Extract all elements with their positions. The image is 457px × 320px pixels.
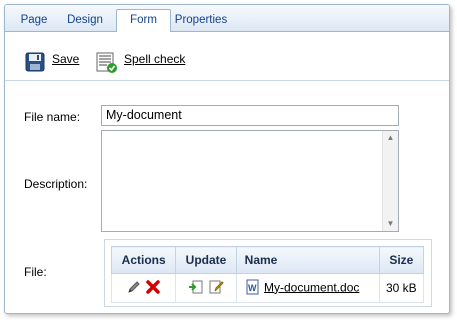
tab-form[interactable]: Form (116, 9, 171, 33)
file-table: Actions Update Name Size W My-document.d… (110, 246, 425, 303)
spell-check-button[interactable]: Spell check (124, 52, 185, 66)
save-icon[interactable] (25, 52, 45, 72)
toolbar: Save Spell check (5, 32, 449, 81)
tab-page[interactable]: Page (17, 11, 51, 31)
update-header: Update (175, 246, 237, 274)
edit-pencil-icon[interactable] (126, 279, 142, 298)
file-name-input[interactable]: My-document (101, 105, 399, 126)
word-document-icon: W (245, 279, 261, 298)
edit-file-icon[interactable] (208, 279, 224, 298)
file-label: File: (24, 265, 47, 279)
tab-properties[interactable]: Properties (173, 11, 229, 31)
file-name-label: File name: (24, 110, 81, 124)
file-link[interactable]: My-document.doc (264, 280, 359, 294)
scroll-up-arrow-icon[interactable]: ▲ (383, 131, 398, 145)
delete-icon[interactable] (145, 279, 161, 298)
upload-file-icon[interactable] (188, 279, 204, 298)
spell-check-icon[interactable] (96, 52, 117, 73)
name-cell: W My-document.doc (235, 273, 380, 303)
description-scrollbar[interactable]: ▲ ▼ (382, 131, 398, 231)
tab-bar: Page Design Form Properties (5, 5, 449, 33)
file-box: Actions Update Name Size W My-document.d… (104, 239, 432, 307)
save-button[interactable]: Save (52, 52, 79, 66)
form-window: Page Design Form Properties Save Spell c… (4, 4, 450, 314)
size-cell: 30 kB (378, 273, 425, 303)
description-label: Description: (24, 177, 88, 191)
size-header: Size (378, 246, 425, 274)
file-table-header: Actions Update Name Size (110, 246, 425, 274)
svg-text:W: W (248, 283, 257, 293)
update-cell (175, 273, 237, 303)
actions-cell (110, 273, 177, 303)
description-value (102, 131, 398, 137)
tab-design[interactable]: Design (63, 11, 107, 31)
table-row: W My-document.doc 30 kB (110, 273, 425, 303)
scroll-down-arrow-icon[interactable]: ▼ (383, 217, 398, 231)
actions-header: Actions (110, 246, 177, 274)
name-header: Name (235, 246, 380, 274)
description-textarea[interactable]: ▲ ▼ (101, 130, 399, 232)
